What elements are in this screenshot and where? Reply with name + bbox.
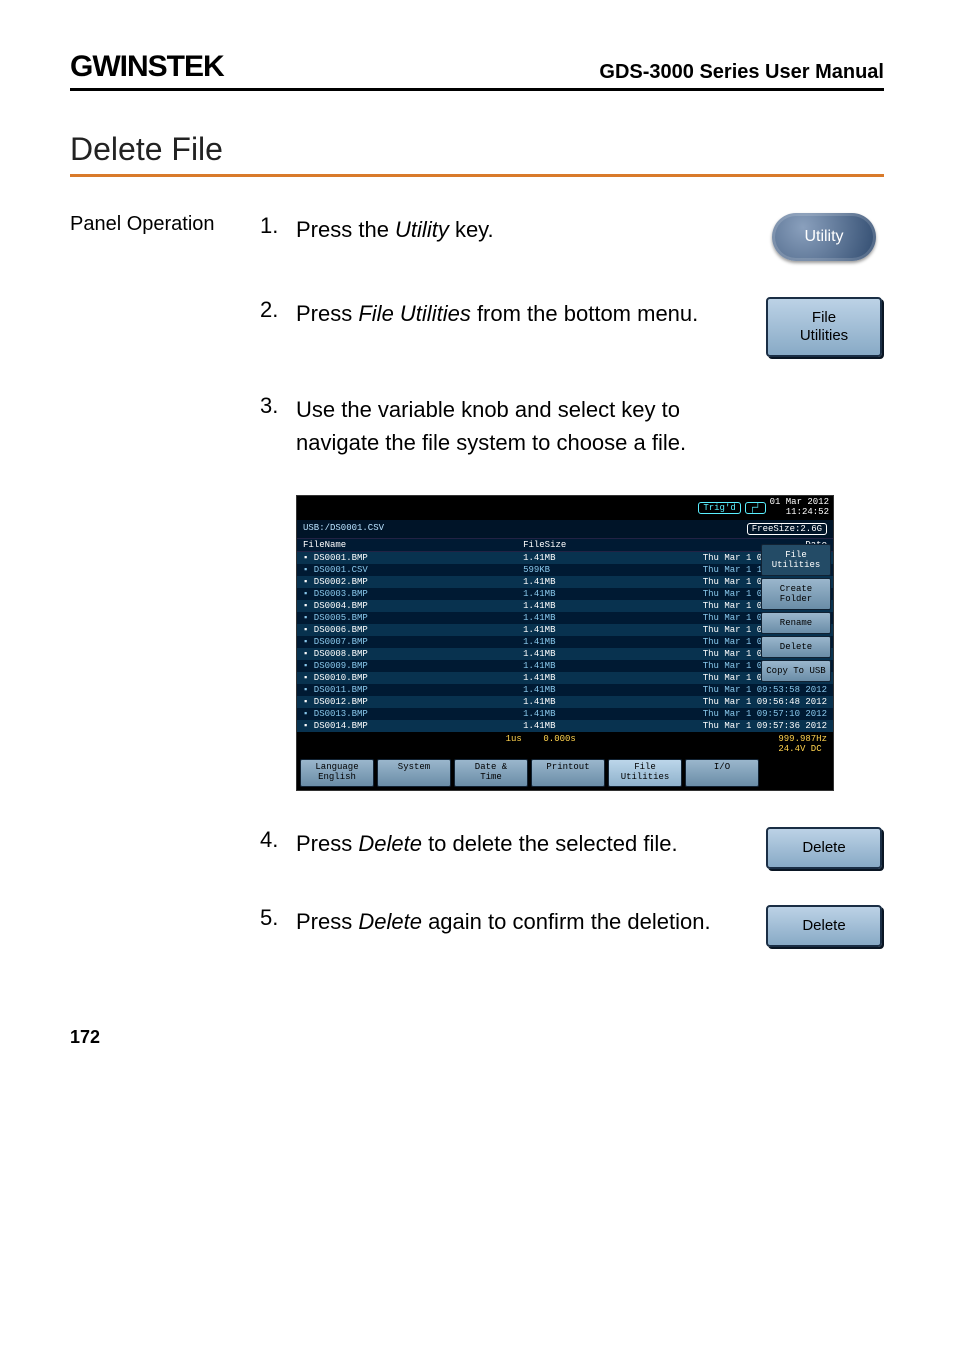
page-number: 172 — [70, 1027, 884, 1048]
file-row[interactable]: ▪ DS0014.BMP1.41MBThu Mar 1 09:57:36 201… — [297, 720, 833, 732]
status-timebase: 1us — [506, 734, 522, 744]
side-create-folder[interactable]: Create Folder — [761, 578, 831, 610]
file-row[interactable]: ▪ DS0006.BMP1.41MBThu Mar 1 09:44:26 201… — [297, 624, 833, 636]
bottom-system[interactable]: System — [377, 759, 451, 787]
status-mode: DC — [811, 744, 822, 754]
step-3: 3. Use the variable knob and select key … — [70, 393, 884, 459]
step-text-pre: Press — [296, 909, 358, 934]
col-filename: FileName — [303, 540, 523, 550]
page-header: GWINSTEK GDS-3000 Series User Manual — [70, 50, 884, 91]
delete-confirm-button[interactable]: Delete — [766, 905, 882, 947]
bottom-datetime-l2: Time — [456, 773, 526, 783]
file-row[interactable]: ▪ DS0001.BMP1.41MBThu Mar 1 09:34:40 201… — [297, 552, 833, 564]
step-2: 2. Press File Utilities from the bottom … — [70, 297, 884, 357]
file-row[interactable]: ▪ DS0001.CSV599KBThu Mar 1 11:17:06 2012 — [297, 564, 833, 576]
free-size: FreeSize:2.6G — [747, 523, 827, 535]
step-text: Press Delete again to confirm the deleti… — [296, 905, 764, 938]
step-1: Panel Operation 1. Press the Utility key… — [70, 213, 884, 261]
step-text-post: again to confirm the deletion. — [422, 909, 711, 934]
file-row[interactable]: ▪ DS0011.BMP1.41MBThu Mar 1 09:53:58 201… — [297, 684, 833, 696]
step-text: Use the variable knob and select key to … — [296, 393, 764, 459]
side-head: File Utilities — [761, 544, 831, 576]
file-row[interactable]: ▪ DS0004.BMP1.41MBThu Mar 1 09:38:26 201… — [297, 600, 833, 612]
bottom-datetime[interactable]: Date & Time — [454, 759, 528, 787]
step-text: Press Delete to delete the selected file… — [296, 827, 764, 860]
file-path: USB:/DS0001.CSV — [303, 523, 384, 535]
step-text-post: key. — [449, 217, 494, 242]
trig-status: Trig'd — [698, 502, 740, 514]
step-text-pre: Press the — [296, 217, 395, 242]
file-row[interactable]: ▪ DS0002.BMP1.41MBThu Mar 1 09:35:20 201… — [297, 576, 833, 588]
bottom-file-utilities[interactable]: File Utilities — [608, 759, 682, 787]
step-text-post: from the bottom menu. — [471, 301, 698, 326]
bottom-file-utilities-l2: Utilities — [610, 773, 680, 783]
file-row[interactable]: ▪ DS0009.BMP1.41MBThu Mar 1 09:52:16 201… — [297, 660, 833, 672]
scope-time: 11:24:52 — [770, 508, 829, 518]
side-delete[interactable]: Delete — [761, 636, 831, 658]
step-text-key: Utility — [395, 217, 449, 242]
step-number: 1. — [260, 213, 296, 239]
file-utilities-button[interactable]: File Utilities — [766, 297, 882, 357]
step-4: 4. Press Delete to delete the selected f… — [70, 827, 884, 869]
step-number: 4. — [260, 827, 296, 853]
utility-key[interactable]: Utility — [772, 213, 876, 261]
file-row[interactable]: ▪ DS0005.BMP1.41MBThu Mar 1 09:44:04 201… — [297, 612, 833, 624]
file-row[interactable]: ▪ DS0012.BMP1.41MBThu Mar 1 09:56:48 201… — [297, 696, 833, 708]
manual-title: GDS-3000 Series User Manual — [599, 61, 884, 84]
oscilloscope-screenshot: Trig'd ┌┘ 01 Mar 2012 11:24:52 USB:/DS00… — [296, 495, 834, 791]
bottom-io[interactable]: I/O — [685, 759, 759, 787]
step-5: 5. Press Delete again to confirm the del… — [70, 905, 884, 947]
step-text: Press File Utilities from the bottom men… — [296, 297, 764, 330]
file-row[interactable]: ▪ DS0008.BMP1.41MBThu Mar 1 09:47:04 201… — [297, 648, 833, 660]
step-text-post: to delete the selected file. — [422, 831, 678, 856]
status-freq: 999.987Hz — [778, 734, 827, 744]
step-text-key: File Utilities — [358, 301, 470, 326]
file-row[interactable]: ▪ DS0013.BMP1.41MBThu Mar 1 09:57:10 201… — [297, 708, 833, 720]
step-number: 5. — [260, 905, 296, 931]
trig-edge-icon: ┌┘ — [745, 502, 766, 514]
bottom-language[interactable]: Language English — [300, 759, 374, 787]
section-title: Delete File — [70, 131, 884, 177]
side-rename[interactable]: Rename — [761, 612, 831, 634]
bottom-printout[interactable]: Printout — [531, 759, 605, 787]
side-copy-to-usb[interactable]: Copy To USB — [761, 660, 831, 682]
file-row[interactable]: ▪ DS0003.BMP1.41MBThu Mar 1 09:36:20 201… — [297, 588, 833, 600]
file-row[interactable]: ▪ DS0010.BMP1.41MBThu Mar 1 09:52:42 201… — [297, 672, 833, 684]
delete-button[interactable]: Delete — [766, 827, 882, 869]
panel-operation-label: Panel Operation — [70, 213, 260, 236]
step-text-pre: Press — [296, 301, 358, 326]
bottom-language-l2: English — [302, 773, 372, 783]
status-position: 0.000s — [543, 734, 575, 744]
step-text-key: Delete — [358, 831, 422, 856]
brand-logo: GWINSTEK — [70, 50, 224, 84]
status-volt: 24.4V — [778, 744, 805, 754]
file-row[interactable]: ▪ DS0007.BMP1.41MBThu Mar 1 09:46:16 201… — [297, 636, 833, 648]
step-text-pre: Press — [296, 831, 358, 856]
step-text: Press the Utility key. — [296, 213, 764, 246]
step-number: 2. — [260, 297, 296, 323]
col-filesize: FileSize — [523, 540, 628, 550]
step-number: 3. — [260, 393, 296, 419]
step-text-key: Delete — [358, 909, 422, 934]
